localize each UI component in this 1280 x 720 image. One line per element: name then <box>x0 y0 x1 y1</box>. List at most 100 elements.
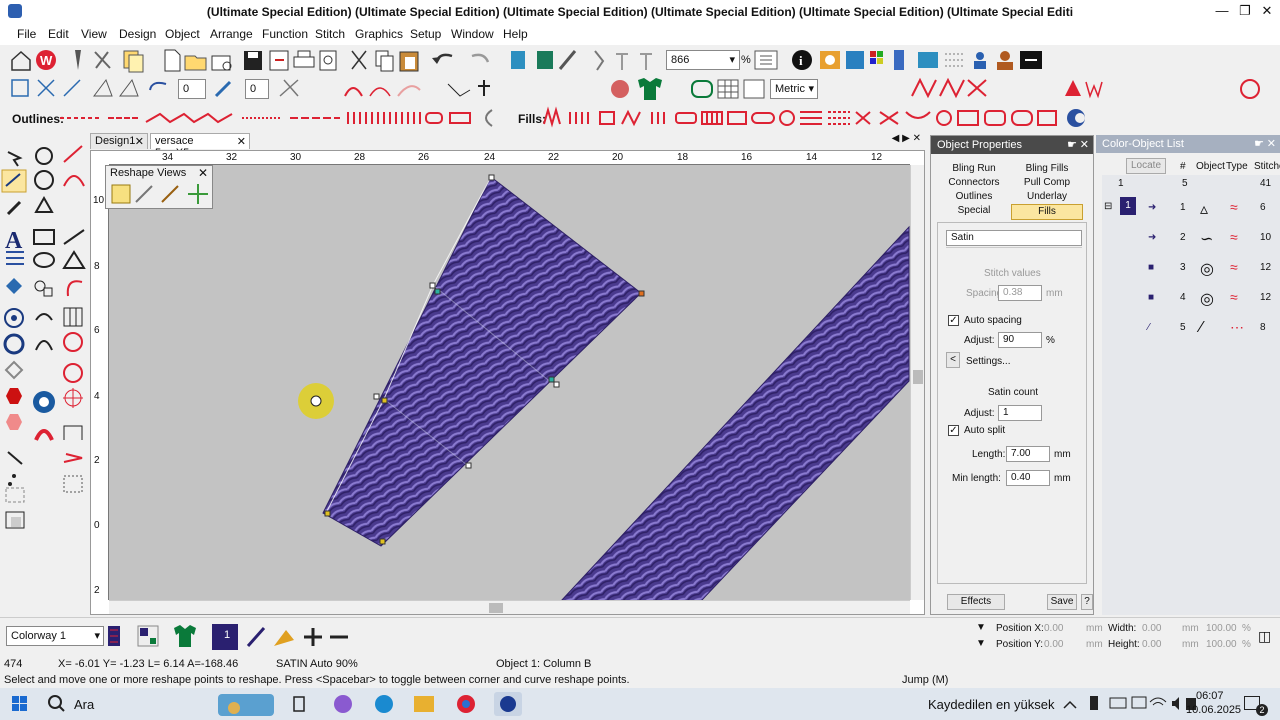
reshape-active-icon[interactable] <box>1 169 27 193</box>
pin-icon[interactable]: ☛ <box>1067 138 1077 151</box>
file-explorer-icon[interactable] <box>414 696 434 712</box>
rotate-icon[interactable] <box>149 81 167 91</box>
thread-bar-icon[interactable] <box>894 50 904 70</box>
tools-icon[interactable] <box>94 51 111 69</box>
trace-icon[interactable] <box>594 50 605 71</box>
redo-icon[interactable] <box>471 53 490 63</box>
show-stitch-icon[interactable] <box>161 185 179 203</box>
settings-link[interactable]: Settings... <box>966 356 1010 367</box>
height-value[interactable]: 0.00 <box>1142 639 1161 650</box>
copilot-icon[interactable] <box>334 695 352 713</box>
expand-icon[interactable]: ▼ <box>976 622 986 633</box>
tshirt-icon[interactable] <box>174 625 196 647</box>
hook-icon[interactable] <box>66 280 83 297</box>
stitch-object-column-b[interactable] <box>322 176 642 547</box>
display-icon[interactable] <box>1131 696 1147 709</box>
transform-icon[interactable] <box>37 79 55 97</box>
fork-icon[interactable] <box>478 80 490 96</box>
browse-icon[interactable] <box>211 55 232 71</box>
tab-special[interactable]: Special <box>939 204 1009 220</box>
zigzag-icon[interactable] <box>939 77 965 99</box>
auto-split-checkbox[interactable]: ✓ <box>948 425 959 436</box>
effects-button[interactable]: Effects <box>947 594 1005 610</box>
hex-outline-icon[interactable] <box>4 360 24 380</box>
print-icon[interactable] <box>293 50 315 68</box>
chevron-down-icon[interactable]: ▾ <box>808 82 814 95</box>
cross-stitch-icon[interactable] <box>967 79 987 97</box>
needle-icon[interactable] <box>75 50 81 70</box>
colorway-select[interactable]: Colorway 1 ▾ <box>6 626 104 646</box>
tab-versace[interactable]: versace 5cmX5cm✕ <box>150 133 250 159</box>
table2-icon[interactable] <box>743 79 765 99</box>
collapse-icon[interactable]: ▼ <box>976 638 986 649</box>
arc-tool-icon[interactable] <box>63 175 85 187</box>
dashed-box-icon[interactable] <box>5 487 25 503</box>
tab-fills[interactable]: Fills <box>1011 204 1083 220</box>
fill-type-select[interactable]: Satin <box>946 230 1082 246</box>
arrow-tool-icon[interactable] <box>63 453 83 463</box>
hexagon-light-icon[interactable] <box>6 414 22 430</box>
new-file-icon[interactable] <box>164 49 181 72</box>
wilcom-taskbar-icon[interactable] <box>494 692 522 716</box>
chrome-icon[interactable] <box>457 695 475 713</box>
search-placeholder[interactable]: Ara <box>74 697 94 712</box>
dotted-grid-icon[interactable] <box>945 53 965 67</box>
close-icon[interactable]: ✕ <box>1267 137 1276 150</box>
node-icon[interactable] <box>447 83 471 97</box>
paint-bucket-icon[interactable] <box>274 630 294 646</box>
minimize-icon[interactable]: — <box>1214 3 1230 19</box>
usb-icon[interactable] <box>1090 696 1098 710</box>
user-icon[interactable] <box>997 51 1013 70</box>
rectangle-tool-icon[interactable] <box>33 229 55 245</box>
mirror-icon[interactable] <box>63 79 81 97</box>
circle-tool-icon[interactable] <box>34 170 54 190</box>
widgets-icon[interactable] <box>218 694 274 716</box>
ellipse-tool-icon[interactable] <box>33 252 55 268</box>
triangle-icon[interactable] <box>1065 80 1081 96</box>
help-icon[interactable]: ? <box>1081 594 1093 610</box>
spiral-icon[interactable] <box>35 313 53 321</box>
info-icon[interactable]: i <box>792 50 812 70</box>
zoom-input[interactable]: 866 ▾ <box>666 50 740 70</box>
grid-tool-icon[interactable] <box>63 307 83 327</box>
ring-icon[interactable] <box>3 333 25 355</box>
show-angles-icon[interactable] <box>135 185 153 203</box>
vertical-scrollbar[interactable] <box>910 165 924 600</box>
menu-setup[interactable]: Setup <box>410 27 441 41</box>
loop-icon[interactable] <box>35 340 53 351</box>
task-view-icon[interactable] <box>293 696 305 712</box>
collapse-icon[interactable]: < <box>946 352 960 368</box>
table-icon[interactable] <box>717 79 739 99</box>
w-stitch-icon[interactable] <box>1085 81 1103 99</box>
windows-start-icon[interactable] <box>12 696 27 711</box>
pen-icon[interactable] <box>7 451 23 465</box>
circle-stitch-icon[interactable] <box>1240 79 1260 99</box>
clock-date[interactable]: 10.06.2025 <box>1186 704 1241 716</box>
position-x-value[interactable]: 0.00 <box>1044 623 1063 634</box>
sequence-icon[interactable] <box>918 52 938 68</box>
polygon-tool-icon[interactable] <box>62 250 86 269</box>
reshape-icon[interactable] <box>35 147 53 165</box>
text-tool-icon[interactable]: A <box>5 228 23 254</box>
close-icon[interactable]: ✕ <box>1080 138 1089 151</box>
line-tool-icon[interactable] <box>63 229 85 245</box>
edge-icon[interactable] <box>375 695 393 713</box>
settings-icon[interactable] <box>820 51 840 69</box>
target-icon[interactable] <box>4 308 24 328</box>
curve-icon[interactable] <box>485 109 493 127</box>
paste-icon[interactable] <box>399 51 419 72</box>
flip-icon[interactable] <box>279 79 299 97</box>
copy2-icon[interactable] <box>375 50 394 72</box>
grid-icon[interactable] <box>754 50 778 70</box>
stitch-player-icon[interactable] <box>640 53 652 70</box>
auto-spacing-checkbox[interactable]: ✓ <box>948 315 959 326</box>
clock-time[interactable]: 06:07 <box>1196 690 1224 702</box>
length-input[interactable]: 7.00 <box>1006 446 1050 462</box>
eyedropper-icon[interactable] <box>6 200 22 216</box>
branch-icon[interactable] <box>616 53 628 70</box>
eyedropper-icon[interactable] <box>246 627 266 647</box>
rotate-right-icon[interactable] <box>214 80 232 98</box>
menu-edit[interactable]: Edit <box>48 27 69 41</box>
slant-icon[interactable] <box>119 78 139 97</box>
show-entry-exit-icon[interactable] <box>188 184 208 204</box>
